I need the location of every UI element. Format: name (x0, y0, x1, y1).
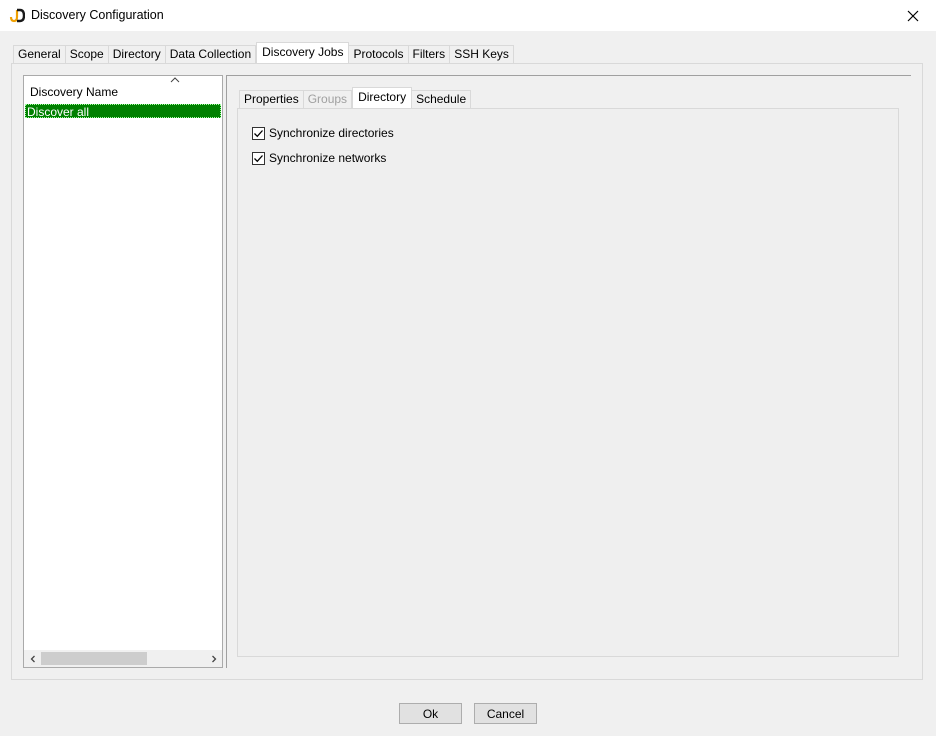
tab-general[interactable]: General (13, 45, 66, 63)
column-header-discovery-name[interactable]: Discovery Name (24, 76, 222, 103)
column-header-label: Discovery Name (30, 85, 119, 99)
scroll-right-icon[interactable] (205, 650, 222, 667)
window-title: Discovery Configuration (31, 8, 164, 22)
cancel-button[interactable]: Cancel (474, 703, 537, 724)
tab-directory-settings[interactable]: Directory (352, 87, 413, 108)
tab-protocols[interactable]: Protocols (349, 45, 409, 63)
tab-discovery-jobs[interactable]: Discovery Jobs (256, 42, 350, 63)
horizontal-scrollbar[interactable] (24, 650, 222, 667)
tab-filters[interactable]: Filters (408, 45, 451, 63)
synchronize-directories-option[interactable]: Synchronize directories (252, 125, 394, 141)
tab-schedule[interactable]: Schedule (412, 90, 472, 108)
tab-data-collection[interactable]: Data Collection (165, 45, 257, 63)
tab-properties[interactable]: Properties (239, 90, 304, 108)
splitter[interactable] (226, 75, 227, 668)
list-item[interactable]: Discover all (25, 104, 221, 119)
close-button[interactable] (890, 0, 936, 31)
checkmark-icon (254, 129, 263, 137)
directory-settings-panel (237, 108, 899, 657)
discovery-jobs-list[interactable]: Discovery Name Discover all (23, 75, 223, 668)
synchronize-networks-label[interactable]: Synchronize networks (269, 151, 386, 165)
title-bar: Discovery Configuration (0, 0, 936, 31)
checkmark-icon (254, 154, 263, 162)
main-tab-strip: General Scope Directory Data Collection … (13, 42, 514, 63)
synchronize-networks-option[interactable]: Synchronize networks (252, 150, 386, 166)
ok-button[interactable]: Ok (399, 703, 462, 724)
synchronize-networks-checkbox[interactable] (252, 151, 265, 165)
synchronize-directories-checkbox[interactable] (252, 126, 265, 140)
job-detail-tab-strip: Properties Groups Directory Schedule (239, 87, 472, 108)
close-icon (907, 10, 919, 21)
tab-scope[interactable]: Scope (65, 45, 109, 63)
scrollbar-thumb[interactable] (41, 652, 147, 665)
tab-groups: Groups (303, 90, 353, 108)
sort-ascending-icon (170, 77, 180, 83)
tab-directory[interactable]: Directory (108, 45, 166, 63)
detail-panel-border (226, 75, 911, 76)
synchronize-directories-label[interactable]: Synchronize directories (269, 126, 394, 140)
scroll-left-icon[interactable] (24, 650, 41, 667)
tab-ssh-keys[interactable]: SSH Keys (450, 45, 514, 63)
jd-logo-icon (9, 8, 25, 23)
